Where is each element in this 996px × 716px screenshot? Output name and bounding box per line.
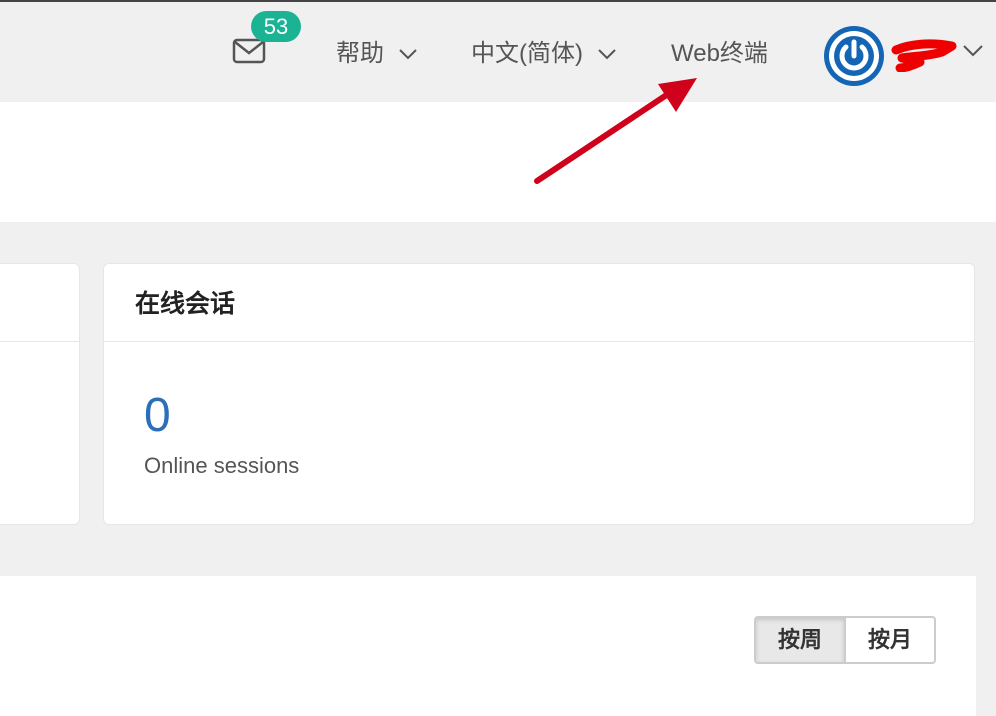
header-band [0, 102, 996, 222]
top-navbar: 53 帮助 中文(简体) Web终端 [0, 0, 996, 102]
toggle-week-button[interactable]: 按周 [756, 618, 844, 662]
online-sessions-card: 在线会话 0 Online sessions [103, 263, 975, 525]
mail-count-badge: 53 [251, 11, 301, 42]
card-divider [104, 341, 974, 342]
toggle-month-button[interactable]: 按月 [846, 618, 934, 662]
language-menu[interactable]: 中文(简体) [471, 36, 617, 72]
web-terminal-label: Web终端 [671, 40, 768, 67]
chevron-down-icon[interactable] [962, 44, 984, 58]
card-divider [0, 341, 79, 342]
chart-panel: 按周 按月 [0, 576, 976, 716]
chevron-down-icon [399, 49, 417, 60]
online-sessions-caption: Online sessions [144, 453, 300, 478]
help-menu[interactable]: 帮助 [336, 36, 418, 72]
online-sessions-count: 0 [144, 389, 171, 442]
power-icon [829, 31, 879, 81]
period-toggle: 按周 按月 [754, 616, 936, 664]
avatar[interactable] [824, 26, 884, 86]
chevron-down-icon [598, 49, 616, 60]
username-redaction [891, 39, 957, 72]
help-menu-label: 帮助 [336, 40, 384, 67]
left-card-partial [0, 263, 80, 525]
language-menu-label: 中文(简体) [471, 40, 583, 67]
card-title: 在线会话 [135, 290, 236, 318]
web-terminal-link[interactable]: Web终端 [671, 36, 768, 72]
